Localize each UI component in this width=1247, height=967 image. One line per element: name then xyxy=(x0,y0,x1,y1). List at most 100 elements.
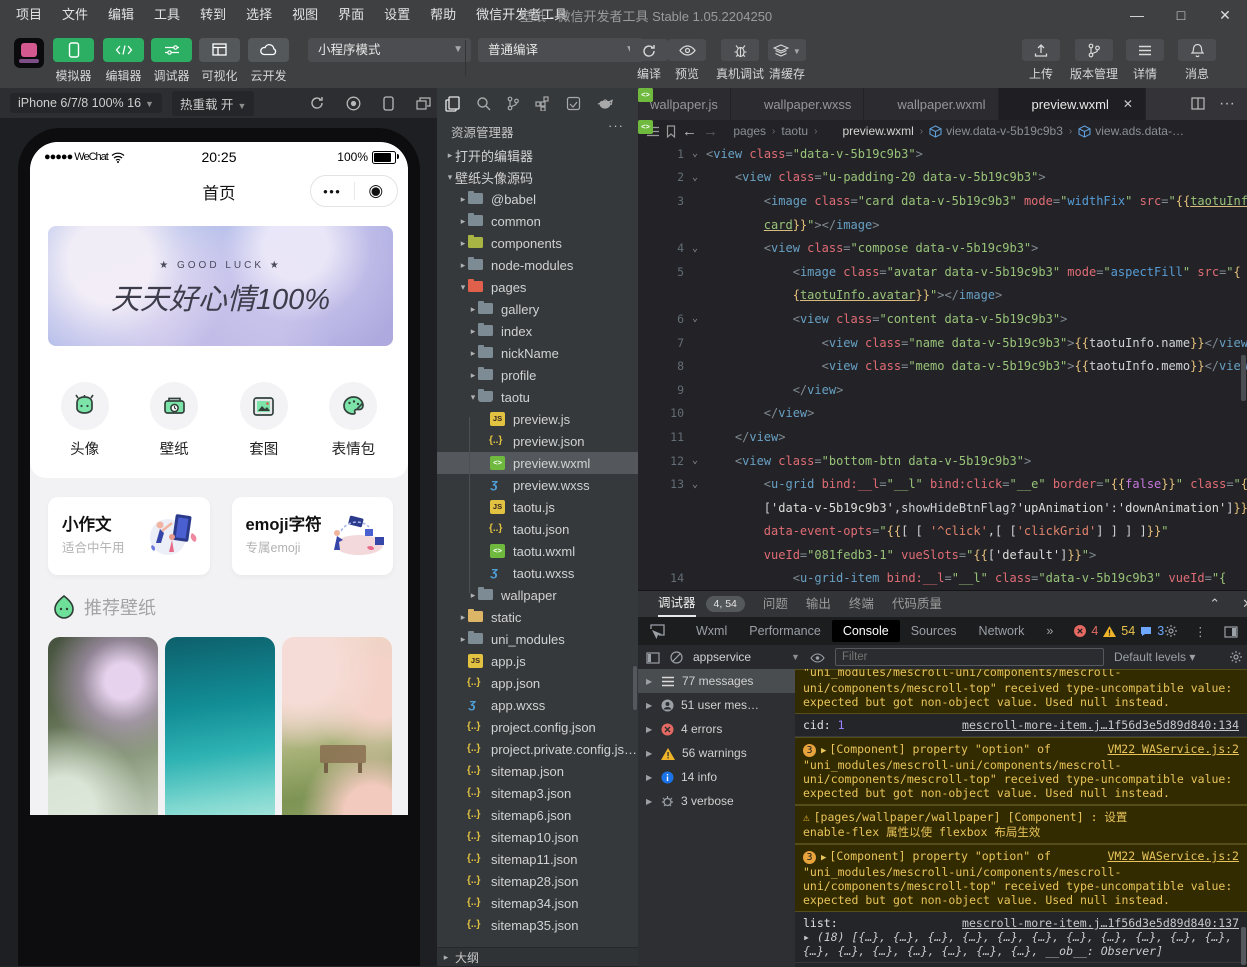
banner-image[interactable]: ★ GOOD LUCK ★ 天天好心情100% xyxy=(48,226,393,346)
package-icon[interactable] xyxy=(566,95,581,113)
code-line[interactable]: 6⌄ <view class="content data-v-5b19c9b3"… xyxy=(638,307,1247,331)
console-source-link[interactable]: VM22 WAService.js:2 xyxy=(1107,849,1239,863)
tree-item-common[interactable]: ▸common xyxy=(437,210,638,232)
devtools-settings-icon[interactable] xyxy=(1164,624,1178,639)
tree-item-app.wxss[interactable]: ʒapp.wxss xyxy=(437,694,638,716)
back-icon[interactable]: ← xyxy=(682,123,697,140)
log-levels-select[interactable]: Default levels ▾ xyxy=(1114,650,1195,664)
device-frame-icon[interactable] xyxy=(383,95,394,110)
action-button-上传[interactable]: 上传 xyxy=(1022,39,1060,82)
devtools-overflow-icon[interactable]: » xyxy=(1035,620,1064,642)
tree-item-gallery[interactable]: ▸gallery xyxy=(437,298,638,320)
menu-item-编辑[interactable]: 编辑 xyxy=(98,0,144,30)
fold-icon[interactable]: ⌄ xyxy=(684,313,706,324)
explorer-scrollbar[interactable] xyxy=(633,666,637,710)
fold-icon[interactable]: ⌄ xyxy=(684,172,706,183)
console-filter-3 verbose[interactable]: ▶3 verbose xyxy=(638,789,795,813)
devtools-tab-Console[interactable]: Console xyxy=(832,620,900,642)
action-button-编译[interactable]: 编译 xyxy=(630,39,668,82)
console-filter-4 errors[interactable]: ▶4 errors xyxy=(638,717,795,741)
debugger-tab-调试器[interactable]: 调试器 xyxy=(658,591,696,617)
tree-item-sitemap34.json[interactable]: {..}sitemap34.json xyxy=(437,892,638,914)
tree-item-sitemap35.json[interactable]: {..}sitemap35.json xyxy=(437,914,638,936)
tree-item-preview.js[interactable]: JSpreview.js xyxy=(437,408,638,430)
nav-button-云开发[interactable]: 云开发 xyxy=(248,38,289,84)
dock-side-icon[interactable] xyxy=(1224,624,1238,638)
tree-item-sitemap28.json[interactable]: {..}sitemap28.json xyxy=(437,870,638,892)
code-line[interactable]: 10 </view> xyxy=(638,402,1247,426)
tree-item-sitemap10.json[interactable]: {..}sitemap10.json xyxy=(437,826,638,848)
console-settings-icon[interactable] xyxy=(1229,650,1247,665)
code-line[interactable]: 3 <image class="card data-v-5b19c9b3" mo… xyxy=(638,189,1247,213)
menu-item-转到[interactable]: 转到 xyxy=(190,0,236,30)
breadcrumb[interactable]: ←→ pages›taotu›<>preview.wxml›view.data-… xyxy=(638,120,1247,142)
code-line[interactable]: 4⌄ <view class="compose data-v-5b19c9b3"… xyxy=(638,236,1247,260)
action-button-消息[interactable]: 消息 xyxy=(1178,39,1216,82)
error-count[interactable]: 4 xyxy=(1091,624,1098,638)
tree-item-taotu.wxml[interactable]: <>taotu.wxml xyxy=(437,540,638,562)
more-actions-icon[interactable]: ··· xyxy=(1219,95,1235,113)
menu-item-视图[interactable]: 视图 xyxy=(282,0,328,30)
mode-select[interactable]: 小程序模式▼ xyxy=(308,38,471,62)
tree-item-uni_modules[interactable]: ▸uni_modules xyxy=(437,628,638,650)
nav-button-可视化[interactable]: 可视化 xyxy=(199,38,240,84)
console-warning[interactable]: ⚠[pages/wallpaper/wallpaper] [Component]… xyxy=(795,805,1247,844)
tree-item-preview.wxml[interactable]: <>preview.wxml xyxy=(437,452,638,474)
breadcrumb-item[interactable]: view.data-v-5b19c9b3 xyxy=(929,124,1063,138)
console-prompt[interactable]: › xyxy=(795,963,1247,967)
tree-item-components[interactable]: ▸components xyxy=(437,232,638,254)
code-line[interactable]: 11 </view> xyxy=(638,425,1247,449)
hot-reload-toggle[interactable]: 热重载 开▼ xyxy=(172,91,254,116)
expand-icon[interactable]: ▶ xyxy=(821,746,826,756)
inspect-element-icon[interactable] xyxy=(650,623,665,638)
code-area[interactable]: 1⌄<view class="data-v-5b19c9b3">2⌄ <view… xyxy=(638,142,1247,590)
tree-item-static[interactable]: ▸static xyxy=(437,606,638,628)
devtools-tab-Wxml[interactable]: Wxml xyxy=(685,620,738,642)
message-count[interactable]: 3 xyxy=(1157,624,1164,638)
tree-item-打开的编辑器[interactable]: ▸打开的编辑器 xyxy=(437,144,638,166)
collapse-panel-icon[interactable]: ⌃ xyxy=(1209,591,1220,617)
tree-item-preview.json[interactable]: {..}preview.json xyxy=(437,430,638,452)
clear-console-icon[interactable] xyxy=(670,650,683,664)
console-source-link[interactable]: mescroll-more-item.j…1f56d3e5d89d840:137 xyxy=(962,916,1239,930)
console-filter-14 info[interactable]: ▶14 info xyxy=(638,765,795,789)
stop-icon[interactable] xyxy=(346,95,361,110)
code-line[interactable]: 7 <view class="name data-v-5b19c9b3">{{t… xyxy=(638,331,1247,355)
menu-item-项目[interactable]: 项目 xyxy=(6,0,52,30)
tree-item-project.config.json[interactable]: {..}project.config.json xyxy=(437,716,638,738)
device-select[interactable]: iPhone 6/7/8 100% 16▼ xyxy=(10,93,162,113)
menu-item-选择[interactable]: 选择 xyxy=(236,0,282,30)
tree-item-app.js[interactable]: JSapp.js xyxy=(437,650,638,672)
restart-icon[interactable] xyxy=(310,96,324,111)
tree-item-project.private.config.js…[interactable]: {..}project.private.config.js… xyxy=(437,738,638,760)
console-filter-51 user mes…[interactable]: ▶51 user mes… xyxy=(638,693,795,717)
feature-壁纸[interactable]: 壁纸 xyxy=(139,382,209,459)
code-line[interactable]: data-event-opts="{{[ [ '^click',[ ['clic… xyxy=(638,520,1247,544)
nav-button-调试器[interactable]: 调试器 xyxy=(151,38,192,84)
devtools-tab-Network[interactable]: Network xyxy=(968,620,1036,642)
tree-item-index[interactable]: ▸index xyxy=(437,320,638,342)
menu-item-帮助[interactable]: 帮助 xyxy=(420,0,466,30)
breadcrumb-item[interactable]: <>preview.wxml xyxy=(823,124,913,138)
maximize-button[interactable]: □ xyxy=(1159,0,1203,30)
menu-item-设置[interactable]: 设置 xyxy=(374,0,420,30)
breadcrumb-item[interactable]: pages xyxy=(733,124,766,138)
console-log-row[interactable]: mescroll-more-item.j…1f56d3e5d89d840:137… xyxy=(795,912,1247,963)
fold-icon[interactable]: ⌄ xyxy=(684,148,706,159)
devtools-more-icon[interactable]: ⋮ xyxy=(1194,624,1208,639)
tree-item-nickName[interactable]: ▸nickName xyxy=(437,342,638,364)
tree-item-taotu.js[interactable]: JStaotu.js xyxy=(437,496,638,518)
editor-scrollbar[interactable] xyxy=(1241,355,1246,401)
feature-头像[interactable]: 头像 xyxy=(50,382,120,459)
code-line[interactable]: {taotuInfo.avatar}}"></image> xyxy=(638,284,1247,308)
action-button-预览[interactable]: 预览 xyxy=(668,39,706,82)
compile-mode-select[interactable]: 普通编译▼ xyxy=(478,38,643,62)
console-warning[interactable]: "uni_modules/mescroll-uni/components/mes… xyxy=(795,669,1247,714)
debugger-tab-问题[interactable]: 问题 xyxy=(763,592,788,616)
promo-card-2[interactable]: emoji字符专属emoji xyxy=(232,497,394,575)
tree-item-taotu[interactable]: ▾taotu xyxy=(437,386,638,408)
console-source-link[interactable]: mescroll-more-item.j…1f56d3e5d89d840:134 xyxy=(962,718,1239,732)
console-filter-77 messages[interactable]: ▶77 messages xyxy=(638,669,795,693)
source-control-icon[interactable] xyxy=(507,95,519,113)
tree-item-壁纸头像源码[interactable]: ▾壁纸头像源码 xyxy=(437,166,638,188)
